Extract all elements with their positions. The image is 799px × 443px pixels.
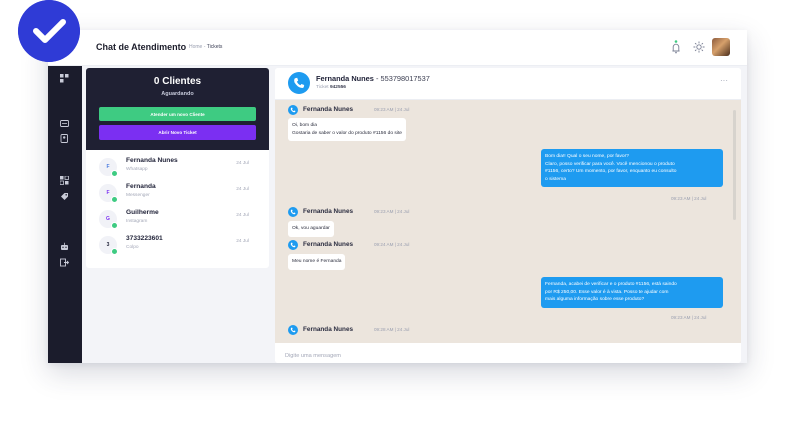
message-time: 09:23 AM | 24 Jul — [374, 107, 410, 112]
phone-icon — [288, 105, 298, 115]
message-line: Fernanda, acabei de verificar e o produt… — [545, 282, 677, 287]
message-line: Bom dia!! Qual o seu nome, por favor? — [545, 154, 630, 159]
breadcrumb-home[interactable]: Home — [189, 44, 202, 50]
contact-phone: - 553798017537 — [375, 74, 430, 83]
contact-name: Fernanda Nunes — [316, 74, 374, 83]
sender-name: Fernanda Nunes — [303, 326, 354, 333]
clients-counter: 0 Clientes — [86, 76, 269, 87]
logout-icon[interactable] — [60, 258, 69, 267]
sidebar — [48, 66, 82, 363]
message-time: 09:24 AM | 24 Jul — [374, 242, 410, 247]
ticket-channel: Whatsapp — [126, 167, 148, 172]
ticket-channel: Messenger — [126, 193, 150, 198]
ticket-date: 24 Jul — [236, 187, 249, 192]
message-time: 09:23 AM | 24 Jul — [374, 209, 410, 214]
message-time: 09:23 AM | 24 Jul — [671, 315, 707, 320]
ticket-item[interactable]: F Fernanda Messenger 24 Jul — [99, 182, 259, 204]
contact-phone-number: 553798017537 — [380, 74, 430, 83]
message-line: Gostaria de saber o valor do produto #11… — [292, 130, 403, 136]
ticket-item[interactable]: F Fernanda Nunes Whatsapp 24 Jul — [99, 156, 259, 178]
message-line: #1156, certo? Um momento, por favor, enq… — [545, 169, 677, 174]
ticket-date: 24 Jul — [236, 239, 249, 244]
contacts-icon[interactable] — [60, 134, 69, 143]
phone-icon — [288, 207, 298, 217]
message-time: 09:28 AM | 24 Jul — [374, 327, 410, 332]
ticket-date: 24 Jul — [236, 161, 249, 166]
tag-icon[interactable] — [60, 192, 69, 201]
message-line: mais alguma informação sobre esse produt… — [545, 297, 645, 302]
message-line: Claro, posso verificar para você. Você m… — [545, 161, 675, 167]
dashboard-icon[interactable] — [60, 176, 69, 185]
waiting-label: Aguardando — [161, 91, 194, 97]
ticket-label: Ticket — [316, 85, 329, 90]
more-options-icon[interactable]: ··· — [720, 76, 728, 85]
app-window: Chat de Atendimento Home - Tickets 0 Cli… — [48, 30, 747, 363]
breadcrumb-current: Tickets — [206, 44, 223, 50]
ticket-name: 3733223601 — [126, 235, 163, 242]
scrollbar[interactable] — [733, 110, 736, 220]
incoming-message-bubble: Meu nome é Fernanda — [288, 254, 346, 270]
message-line: por R$ 250,00. Esse valor é à vista. Pos… — [545, 289, 669, 295]
sender-name: Fernanda Nunes — [303, 106, 354, 113]
message-input[interactable] — [285, 350, 725, 362]
message-list[interactable]: Fernanda Nunes 09:23 AM | 24 Jul Oi, bom… — [275, 100, 741, 343]
message-composer — [275, 343, 741, 363]
ticket-name: Fernanda — [126, 183, 156, 190]
online-status-dot — [111, 222, 118, 229]
outgoing-message-bubble: Bom dia!! Qual o seu nome, por favor? Cl… — [541, 149, 723, 187]
ticket-channel: Instagram — [126, 219, 148, 224]
breadcrumb-separator: - — [203, 44, 206, 50]
tickets-panel: 0 Clientes Aguardando Atender um novo Cl… — [86, 68, 269, 268]
online-status-dot — [111, 248, 118, 255]
chat-panel: Fernanda Nunes - 553798017537 Ticket 942… — [275, 68, 741, 363]
open-new-ticket-button[interactable]: Abrir Novo Ticket — [99, 125, 256, 140]
ticket-channel: Colpo — [126, 245, 139, 250]
phone-icon — [288, 240, 298, 250]
phone-icon — [288, 325, 298, 335]
message-line: Oi, bom dia — [292, 123, 318, 128]
ticket-item[interactable]: G Guilherme Instagram 24 Jul — [99, 208, 259, 230]
clients-count-label: Clientes — [162, 76, 202, 87]
message-line: Meu nome é Fernanda — [292, 259, 342, 264]
answer-new-client-button[interactable]: Atender um novo Cliente — [99, 107, 256, 121]
ticket-number-value: 942556 — [329, 85, 346, 90]
grid-icon[interactable] — [60, 74, 69, 83]
page-title: Chat de Atendimento — [96, 42, 187, 52]
ticket-item[interactable]: 3 3733223601 Colpo 24 Jul — [99, 234, 259, 256]
screenshot-stage: Chat de Atendimento Home - Tickets 0 Cli… — [0, 0, 799, 443]
sender-name: Fernanda Nunes — [303, 208, 354, 215]
chat-icon[interactable] — [60, 120, 69, 129]
phone-icon — [288, 72, 310, 94]
tickets-header: 0 Clientes Aguardando Atender um novo Cl… — [86, 68, 269, 150]
clients-count-value: 0 — [153, 76, 160, 87]
incoming-message-bubble: Ok, vou aguardar — [288, 221, 334, 237]
sender-name: Fernanda Nunes — [303, 241, 354, 248]
chat-header: Fernanda Nunes - 553798017537 Ticket 942… — [275, 68, 741, 100]
bell-icon[interactable] — [671, 40, 681, 54]
outgoing-message-bubble: Fernanda, acabei de verificar e o produt… — [541, 277, 723, 308]
incoming-message-bubble: Oi, bom dia Gostaria de saber o valor do… — [288, 118, 407, 141]
message-time: 09:23 AM | 24 Jul — [671, 196, 707, 201]
breadcrumb: Home - Tickets — [189, 44, 222, 50]
ticket-number: Ticket 942556 — [316, 85, 346, 90]
contact-title: Fernanda Nunes - 553798017537 — [316, 74, 430, 83]
ticket-date: 24 Jul — [236, 213, 249, 218]
message-line: Ok, vou aguardar — [292, 226, 330, 231]
online-status-dot — [111, 196, 118, 203]
ticket-name: Fernanda Nunes — [126, 157, 178, 164]
user-avatar[interactable] — [712, 38, 730, 56]
robot-icon[interactable] — [60, 242, 69, 251]
top-bar: Chat de Atendimento Home - Tickets — [48, 30, 747, 66]
check-badge-icon — [18, 0, 80, 62]
sun-icon[interactable] — [693, 41, 705, 53]
online-status-dot — [111, 170, 118, 177]
message-line: o sistema — [545, 176, 566, 182]
ticket-name: Guilherme — [126, 209, 159, 216]
